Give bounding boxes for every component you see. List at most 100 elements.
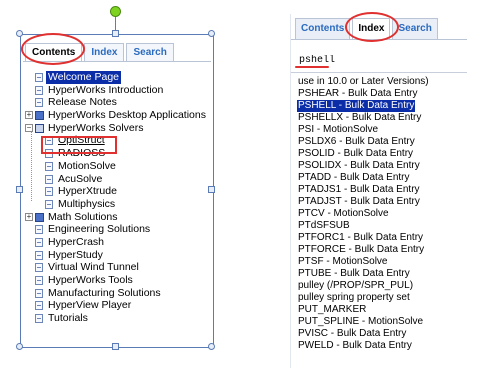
tree-item-label: HyperWorks Tools bbox=[48, 274, 133, 286]
page-icon bbox=[35, 250, 43, 260]
expand-icon[interactable]: + bbox=[25, 111, 33, 120]
page-icon bbox=[35, 237, 43, 247]
index-entry[interactable]: PSI - MotionSolve bbox=[297, 124, 465, 136]
index-entry[interactable]: pulley (/PROP/SPR_PUL) bbox=[297, 280, 465, 292]
tree-item-label: HyperXtrude bbox=[58, 185, 117, 198]
index-entry[interactable]: PSHELL - Bulk Data Entry bbox=[297, 100, 416, 112]
tree-item-label: Engineering Solutions bbox=[48, 223, 151, 236]
index-entry[interactable]: PTdSFSUB bbox=[297, 220, 465, 232]
index-entry[interactable]: PUT_SPLINE - MotionSolve bbox=[297, 316, 465, 328]
tree-item[interactable]: Engineering Solutions bbox=[25, 223, 209, 236]
book-icon bbox=[35, 212, 44, 222]
tree-item[interactable]: HyperStudy bbox=[25, 249, 209, 262]
index-entry[interactable]: PTFORC1 - Bulk Data Entry bbox=[297, 232, 465, 244]
tree-item-label: Virtual Wind Tunnel bbox=[48, 261, 139, 274]
contents-panel: Contents Index Search Welcome Page HyperW… bbox=[20, 34, 214, 348]
tree-item-label: Multiphysics bbox=[58, 197, 116, 210]
tree-item[interactable]: + Math Solutions bbox=[25, 211, 209, 224]
tree-item[interactable]: HyperCrash bbox=[25, 236, 209, 249]
tab-contents[interactable]: Contents bbox=[295, 18, 351, 39]
page-icon bbox=[35, 288, 43, 298]
optistruct-highlight bbox=[41, 136, 117, 154]
tab-search[interactable]: Search bbox=[392, 18, 438, 39]
tab-index[interactable]: Index bbox=[84, 43, 125, 62]
index-entry[interactable]: PTADJS1 - Bulk Data Entry bbox=[297, 184, 465, 196]
resize-handle-sw[interactable] bbox=[16, 343, 23, 350]
tree-item-label: HyperStudy bbox=[48, 248, 103, 261]
tree-item-label: HyperWorks Desktop Applications bbox=[48, 109, 206, 122]
tree-item-label: HyperWorks Solvers bbox=[48, 121, 144, 134]
tree-item-label: MotionSolve bbox=[58, 159, 116, 172]
resize-handle-e[interactable] bbox=[208, 186, 215, 193]
tree-item-label: Release Notes bbox=[48, 96, 117, 109]
index-entry[interactable]: PVISC - Bulk Data Entry bbox=[297, 328, 465, 340]
tree-item-label: Welcome Page bbox=[46, 71, 122, 84]
tree-item[interactable]: Tutorials bbox=[25, 312, 209, 325]
contents-tab-highlight bbox=[21, 33, 85, 65]
resize-handle-ne[interactable] bbox=[208, 30, 215, 37]
tree-item[interactable]: − HyperWorks Solvers bbox=[25, 122, 209, 135]
resize-handle-nw[interactable] bbox=[16, 30, 23, 37]
expand-icon[interactable]: + bbox=[25, 212, 33, 221]
tree-item[interactable]: AcuSolve bbox=[25, 173, 209, 186]
tree-item[interactable]: Release Notes bbox=[25, 96, 209, 109]
tree-item-label: AcuSolve bbox=[58, 172, 103, 185]
index-entry[interactable]: PTUBE - Bulk Data Entry bbox=[297, 268, 465, 280]
tree-item[interactable]: HyperXtrude bbox=[25, 185, 209, 198]
tree-item[interactable]: Manufacturing Solutions bbox=[25, 287, 209, 300]
index-entry[interactable]: PTFORCE - Bulk Data Entry bbox=[297, 244, 465, 256]
index-list: use in 10.0 or Later Versions) PSHEAR - B… bbox=[297, 76, 465, 352]
tree-item[interactable]: Virtual Wind Tunnel bbox=[25, 261, 209, 274]
tree-item-label: Tutorials bbox=[48, 312, 88, 325]
tree-item[interactable]: HyperView Player bbox=[25, 299, 209, 312]
tree-item-label: HyperCrash bbox=[48, 235, 105, 248]
index-entry[interactable]: PWELD - Bulk Data Entry bbox=[297, 340, 465, 352]
index-entry[interactable]: PSOLID - Bulk Data Entry bbox=[297, 148, 465, 160]
page-icon bbox=[35, 263, 43, 273]
contents-tree: Welcome Page HyperWorks Introduction Relea… bbox=[25, 71, 209, 325]
index-entry[interactable]: pulley spring property set bbox=[297, 292, 465, 304]
tree-item-label: HyperView Player bbox=[48, 299, 132, 312]
page-icon bbox=[45, 161, 53, 171]
index-entry[interactable]: PSLDX6 - Bulk Data Entry bbox=[297, 136, 465, 148]
index-entry[interactable]: PTADD - Bulk Data Entry bbox=[297, 172, 465, 184]
index-panel: Contents Index Search use in 10.0 or Lat… bbox=[291, 6, 467, 368]
page-icon bbox=[35, 73, 43, 82]
book-icon bbox=[35, 111, 44, 121]
page-icon bbox=[45, 174, 53, 184]
index-entry[interactable]: PTCV - MotionSolve bbox=[297, 208, 465, 220]
page-icon bbox=[35, 301, 43, 311]
open-book-icon bbox=[35, 123, 44, 133]
page-icon bbox=[35, 85, 43, 95]
collapse-icon[interactable]: − bbox=[25, 123, 33, 132]
tree-item[interactable]: HyperWorks Tools bbox=[25, 274, 209, 287]
tree-item[interactable]: Welcome Page bbox=[25, 71, 209, 84]
tree-item-label: Math Solutions bbox=[48, 210, 118, 223]
page-icon bbox=[35, 225, 43, 235]
page-icon bbox=[35, 98, 43, 108]
resize-handle-w[interactable] bbox=[16, 186, 23, 193]
tab-search[interactable]: Search bbox=[126, 43, 174, 62]
search-divider bbox=[291, 72, 467, 73]
tree-item-label: HyperWorks Introduction bbox=[48, 83, 164, 96]
index-entry[interactable]: use in 10.0 or Later Versions) bbox=[297, 76, 465, 88]
index-entry[interactable]: PTSF - MotionSolve bbox=[297, 256, 465, 268]
resize-handle-s[interactable] bbox=[112, 343, 119, 350]
rotation-handle[interactable] bbox=[110, 6, 121, 17]
index-entry[interactable]: PSHEAR - Bulk Data Entry bbox=[297, 88, 465, 100]
resize-handle-se[interactable] bbox=[208, 343, 215, 350]
index-entry[interactable]: PSOLIDX - Bulk Data Entry bbox=[297, 160, 465, 172]
index-entry[interactable]: PUT_MARKER bbox=[297, 304, 465, 316]
tree-item-label: Manufacturing Solutions bbox=[48, 286, 161, 299]
index-entry[interactable]: PSHELLX - Bulk Data Entry bbox=[297, 112, 465, 124]
index-entry[interactable]: PTADJST - Bulk Data Entry bbox=[297, 196, 465, 208]
tree-item[interactable]: Multiphysics bbox=[25, 198, 209, 211]
index-tab-highlight bbox=[345, 12, 399, 42]
search-text-underline bbox=[295, 66, 329, 68]
resize-handle-n[interactable] bbox=[112, 30, 119, 37]
tree-item[interactable]: MotionSolve bbox=[25, 160, 209, 173]
page-icon bbox=[45, 199, 53, 209]
tree-item[interactable]: HyperWorks Introduction bbox=[25, 84, 209, 97]
page-icon bbox=[35, 314, 43, 324]
tree-item[interactable]: + HyperWorks Desktop Applications bbox=[25, 109, 209, 122]
